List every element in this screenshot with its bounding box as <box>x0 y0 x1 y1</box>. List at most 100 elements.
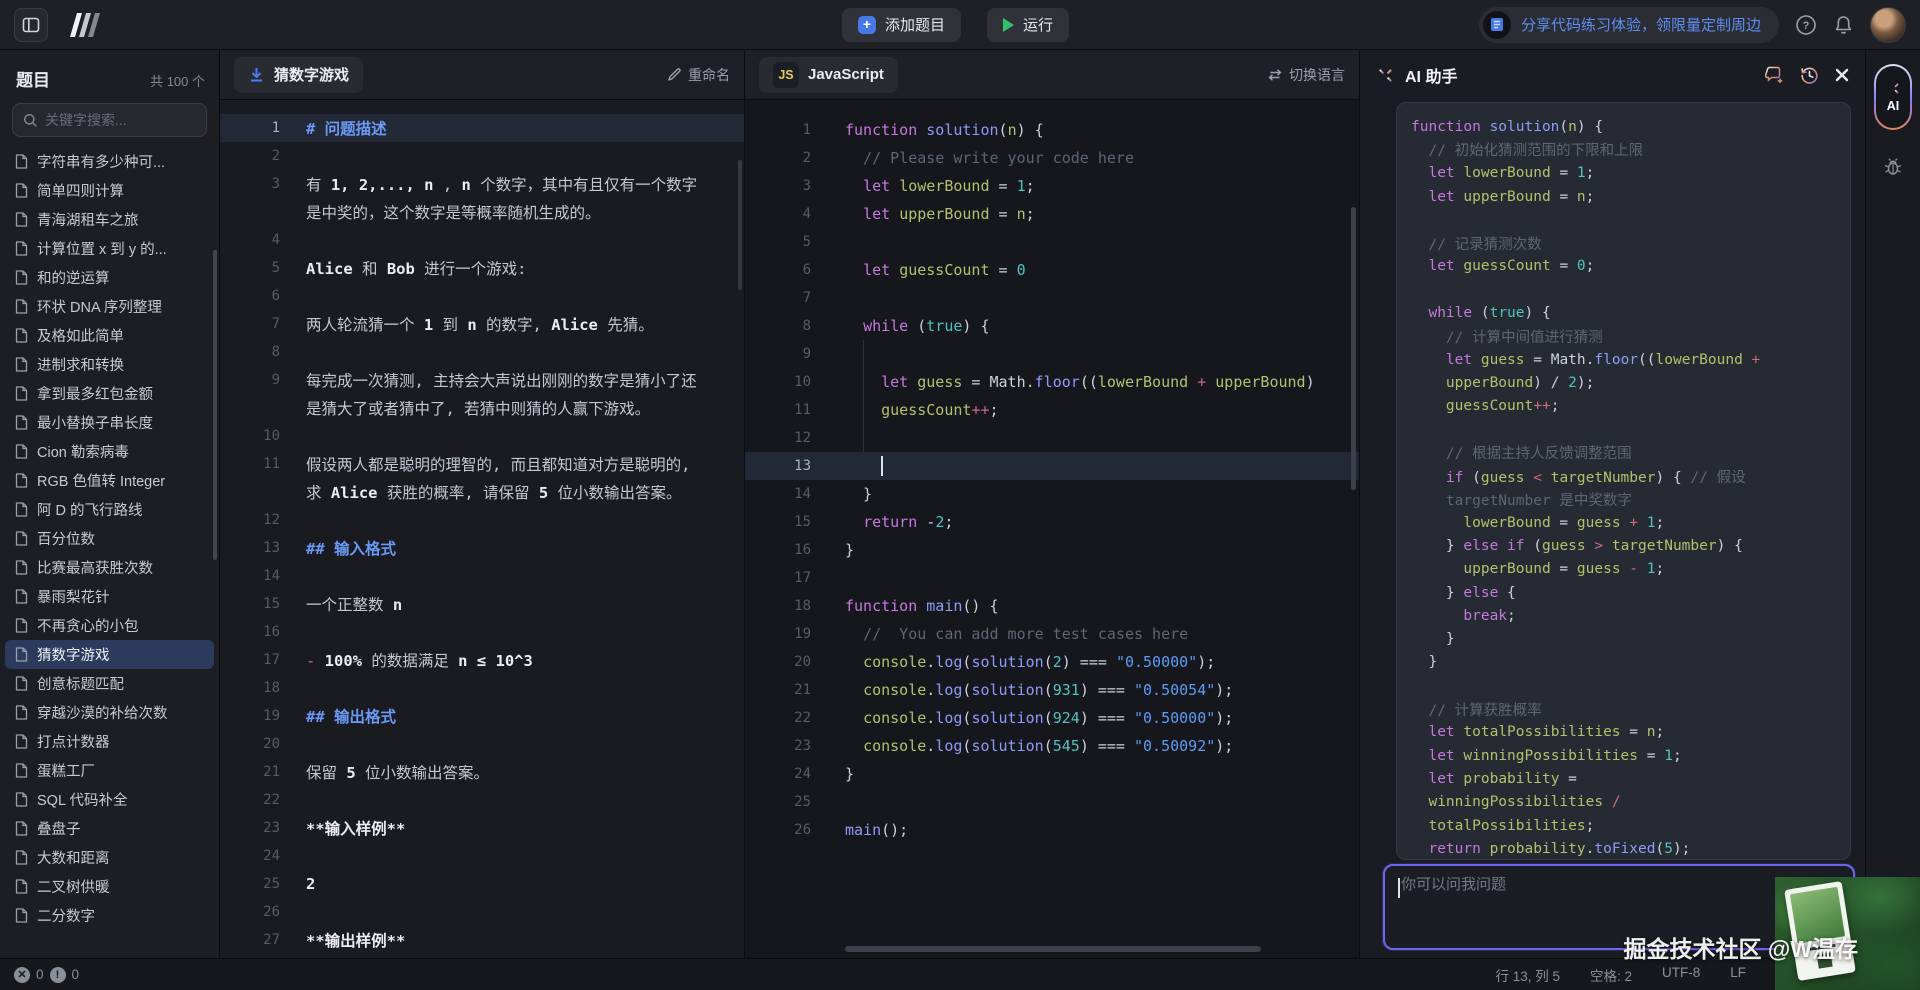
code-line[interactable]: 16} <box>745 536 1359 564</box>
search-box[interactable] <box>12 103 207 137</box>
code-line[interactable]: 8 while (true) { <box>745 312 1359 340</box>
description-line[interactable]: 20 <box>220 730 744 758</box>
eol-setting[interactable]: LF <box>1730 965 1746 985</box>
code-line[interactable]: 11 guessCount++; <box>745 396 1359 424</box>
search-input[interactable] <box>45 112 196 128</box>
sidebar-item[interactable]: 不再贪心的小包 <box>0 611 219 640</box>
description-line[interactable]: 求 Alice 获胜的概率, 请保留 5 位小数输出答案。 <box>220 478 744 506</box>
code-line[interactable]: 15 return -2; <box>745 508 1359 536</box>
description-line[interactable]: 12 <box>220 506 744 534</box>
code-line[interactable]: 3 let lowerBound = 1; <box>745 172 1359 200</box>
editor-horizontal-scrollbar[interactable] <box>845 946 1261 952</box>
sidebar-item[interactable]: 环状 DNA 序列整理 <box>0 292 219 321</box>
description-line[interactable]: 17- 100% 的数据满足 n ≤ 10^3 <box>220 646 744 674</box>
ai-toggle-button[interactable]: AI <box>1874 64 1912 130</box>
sidebar-item[interactable]: 蛋糕工厂 <box>0 756 219 785</box>
add-problem-button[interactable]: + 添加题目 <box>842 8 961 42</box>
description-line[interactable]: 16 <box>220 618 744 646</box>
code-line[interactable]: 18function main() { <box>745 592 1359 620</box>
sidebar-item[interactable]: 青海湖租车之旅 <box>0 205 219 234</box>
sidebar-item[interactable]: SQL 代码补全 <box>0 785 219 814</box>
sidebar-item[interactable]: 大数和距离 <box>0 843 219 872</box>
description-line[interactable]: 13## 输入格式 <box>220 534 744 562</box>
sidebar-item[interactable]: 二分数字 <box>0 901 219 930</box>
sidebar-item[interactable]: 创意标题匹配 <box>0 669 219 698</box>
sidebar-item[interactable]: 和的逆运算 <box>0 263 219 292</box>
description-line[interactable]: 27**输出样例** <box>220 926 744 954</box>
sidebar-item[interactable]: 穿越沙漠的补给次数 <box>0 698 219 727</box>
code-line[interactable]: 7 <box>745 284 1359 312</box>
description-line[interactable]: 6 <box>220 282 744 310</box>
sidebar-item[interactable]: 简单四则计算 <box>0 176 219 205</box>
sidebar-item[interactable]: 猜数字游戏 <box>5 640 214 669</box>
sidebar-item[interactable]: 阿 D 的飞行路线 <box>0 495 219 524</box>
description-line[interactable]: 11假设两人都是聪明的理智的, 而且都知道对方是聪明的, <box>220 450 744 478</box>
code-line[interactable]: 25 <box>745 788 1359 816</box>
rename-button[interactable]: 重命名 <box>667 65 730 85</box>
description-line[interactable]: 18 <box>220 674 744 702</box>
sidebar-item[interactable]: 最小替换子串长度 <box>0 408 219 437</box>
sidebar-item[interactable]: 百分位数 <box>0 524 219 553</box>
code-line[interactable]: 21 console.log(solution(931) === "0.5005… <box>745 676 1359 704</box>
code-line[interactable]: 9 <box>745 340 1359 368</box>
indentation-setting[interactable]: 空格: 2 <box>1590 965 1632 985</box>
promo-banner[interactable]: 分享代码练习体验，领限量定制周边 <box>1479 7 1779 43</box>
sidebar-toggle-button[interactable] <box>14 8 48 42</box>
sidebar-item[interactable]: RGB 色值转 Integer <box>0 466 219 495</box>
sidebar-item[interactable]: 暴雨梨花针 <box>0 582 219 611</box>
description-line[interactable]: 1# 问题描述 <box>220 114 744 142</box>
description-line[interactable]: 8 <box>220 338 744 366</box>
sidebar-item[interactable]: 比赛最高获胜次数 <box>0 553 219 582</box>
switch-language-button[interactable]: 切换语言 <box>1267 65 1345 85</box>
description-line[interactable]: 是猜大了或者猜中了, 若猜中则猜的人赢下游戏。 <box>220 394 744 422</box>
sidebar-item[interactable]: 拿到最多红包金额 <box>0 379 219 408</box>
description-line[interactable]: 14 <box>220 562 744 590</box>
description-line[interactable]: 5Alice 和 Bob 进行一个游戏: <box>220 254 744 282</box>
description-line[interactable]: 26 <box>220 898 744 926</box>
history-button[interactable] <box>1800 66 1819 85</box>
code-line[interactable]: 26main(); <box>745 816 1359 844</box>
code-line[interactable]: 13 <box>745 452 1359 480</box>
run-button[interactable]: 运行 <box>987 8 1069 42</box>
description-line[interactable]: 7两人轮流猜一个 1 到 n 的数字, Alice 先猜。 <box>220 310 744 338</box>
code-line[interactable]: 2 // Please write your code here <box>745 144 1359 172</box>
description-line[interactable]: 19## 输出格式 <box>220 702 744 730</box>
description-line[interactable]: 2 <box>220 142 744 170</box>
description-line[interactable]: 10 <box>220 422 744 450</box>
sidebar-item[interactable]: 进制求和转换 <box>0 350 219 379</box>
debug-button[interactable] <box>1866 156 1920 178</box>
code-line[interactable]: 23 console.log(solution(545) === "0.5009… <box>745 732 1359 760</box>
code-line[interactable]: 12 <box>745 424 1359 452</box>
code-line[interactable]: 17 <box>745 564 1359 592</box>
editor-vertical-scrollbar[interactable] <box>1351 207 1356 490</box>
code-line[interactable]: 14 } <box>745 480 1359 508</box>
language-tab[interactable]: JS JavaScript <box>759 57 898 93</box>
sidebar-item[interactable]: 字符串有多少种可... <box>0 147 219 176</box>
description-line[interactable]: 15一个正整数 n <box>220 590 744 618</box>
code-line[interactable]: 19 // You can add more test cases here <box>745 620 1359 648</box>
notifications-button[interactable] <box>1833 14 1854 36</box>
sidebar-item[interactable]: 打点计数器 <box>0 727 219 756</box>
code-line[interactable]: 20 console.log(solution(2) === "0.50000"… <box>745 648 1359 676</box>
help-button[interactable]: ? <box>1795 14 1817 36</box>
close-ai-button[interactable] <box>1835 68 1849 82</box>
user-avatar[interactable] <box>1870 7 1906 43</box>
code-line[interactable]: 6 let guessCount = 0 <box>745 256 1359 284</box>
sidebar-scrollbar[interactable] <box>213 250 217 560</box>
description-line[interactable]: 22 <box>220 786 744 814</box>
description-line[interactable]: 9每完成一次猜测, 主持会大声说出刚刚的数字是猜小了还 <box>220 366 744 394</box>
sidebar-item[interactable]: 二叉树供暖 <box>0 872 219 901</box>
description-line[interactable]: 3有 1, 2,..., n , n 个数字，其中有且仅有一个数字 <box>220 170 744 198</box>
description-line[interactable]: 252 <box>220 870 744 898</box>
problem-tab[interactable]: 猜数字游戏 <box>234 57 363 93</box>
sidebar-item[interactable]: 计算位置 x 到 y 的... <box>0 234 219 263</box>
description-line[interactable]: 21保留 5 位小数输出答案。 <box>220 758 744 786</box>
code-line[interactable]: 4 let upperBound = n; <box>745 200 1359 228</box>
sidebar-item[interactable]: 及格如此简单 <box>0 321 219 350</box>
sidebar-item[interactable]: Cion 勒索病毒 <box>0 437 219 466</box>
new-chat-button[interactable] <box>1765 66 1784 84</box>
code-line[interactable]: 24} <box>745 760 1359 788</box>
code-line[interactable]: 5 <box>745 228 1359 256</box>
sidebar-item[interactable]: 叠盘子 <box>0 814 219 843</box>
code-line[interactable]: 10 let guess = Math.floor((lowerBound + … <box>745 368 1359 396</box>
